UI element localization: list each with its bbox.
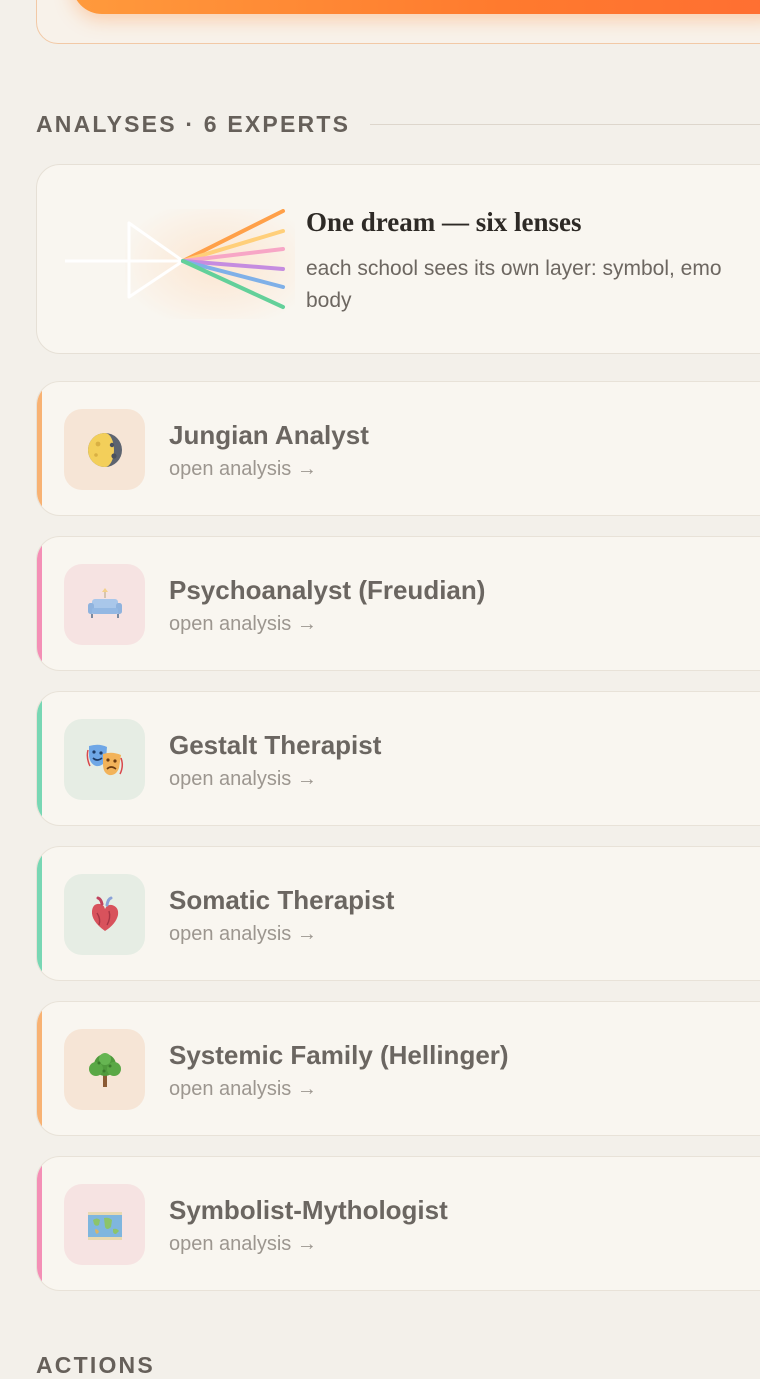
- lens-subtitle-line1: each school sees its own layer: symbol, …: [306, 257, 722, 280]
- icon-tile: [64, 719, 145, 800]
- expert-card-somatic[interactable]: Somatic Therapist open analysis →: [36, 846, 760, 981]
- lens-card: One dream — six lenses each school sees …: [36, 164, 760, 354]
- expert-name: Gestalt Therapist: [169, 730, 382, 760]
- open-analysis-link[interactable]: open analysis →: [169, 458, 317, 481]
- open-analysis-link[interactable]: open analysis →: [169, 1233, 317, 1256]
- expert-card-psychoanalyst[interactable]: Psychoanalyst (Freudian) open analysis →: [36, 536, 760, 671]
- open-analysis-link[interactable]: open analysis →: [169, 613, 317, 636]
- heart-icon: [91, 896, 118, 931]
- lens-subtitle: each school sees its own layer: symbol, …: [306, 253, 760, 317]
- open-analysis-link[interactable]: open analysis →: [169, 1078, 317, 1101]
- section-header: ANALYSES · 6 EXPERTS: [36, 108, 760, 140]
- accent-bar: [37, 382, 42, 515]
- expert-card-symbolist[interactable]: Symbolist-Mythologist open analysis →: [36, 1156, 760, 1291]
- tree-icon: [88, 1052, 121, 1087]
- expert-name: Psychoanalyst (Freudian): [169, 575, 486, 605]
- expert-name: Symbolist-Mythologist: [169, 1195, 448, 1225]
- accent-bar: [37, 1002, 42, 1135]
- section-title: ANALYSES · 6 EXPERTS: [36, 110, 351, 137]
- couch-icon: [87, 587, 122, 618]
- accent-bar: [37, 1157, 42, 1290]
- actions-section-title: ACTIONS: [36, 1352, 155, 1378]
- lens-subtitle-line2: body: [306, 289, 352, 312]
- accent-bar: [37, 537, 42, 670]
- prism-icon: [65, 209, 295, 319]
- open-analysis-link[interactable]: open analysis →: [169, 923, 317, 946]
- moon-icon: [87, 432, 122, 467]
- icon-tile: [64, 409, 145, 490]
- icon-tile: [64, 564, 145, 645]
- icon-tile: [64, 1184, 145, 1265]
- open-analysis-link[interactable]: open analysis →: [169, 768, 317, 791]
- expert-card-systemic[interactable]: Systemic Family (Hellinger) open analysi…: [36, 1001, 760, 1136]
- theater-masks-icon: [86, 744, 123, 775]
- section-divider: [370, 123, 760, 125]
- lens-title: One dream — six lenses: [306, 207, 582, 237]
- expert-name: Somatic Therapist: [169, 885, 395, 915]
- map-icon: [87, 1211, 122, 1240]
- icon-tile: [64, 1029, 145, 1110]
- expert-card-jungian[interactable]: Jungian Analyst open analysis →: [36, 381, 760, 516]
- accent-bar: [37, 847, 42, 980]
- icon-tile: [64, 874, 145, 955]
- expert-name: Systemic Family (Hellinger): [169, 1040, 509, 1070]
- expert-name: Jungian Analyst: [169, 420, 369, 450]
- expert-card-gestalt[interactable]: Gestalt Therapist open analysis →: [36, 691, 760, 826]
- primary-action-button[interactable]: [72, 0, 760, 14]
- accent-bar: [37, 692, 42, 825]
